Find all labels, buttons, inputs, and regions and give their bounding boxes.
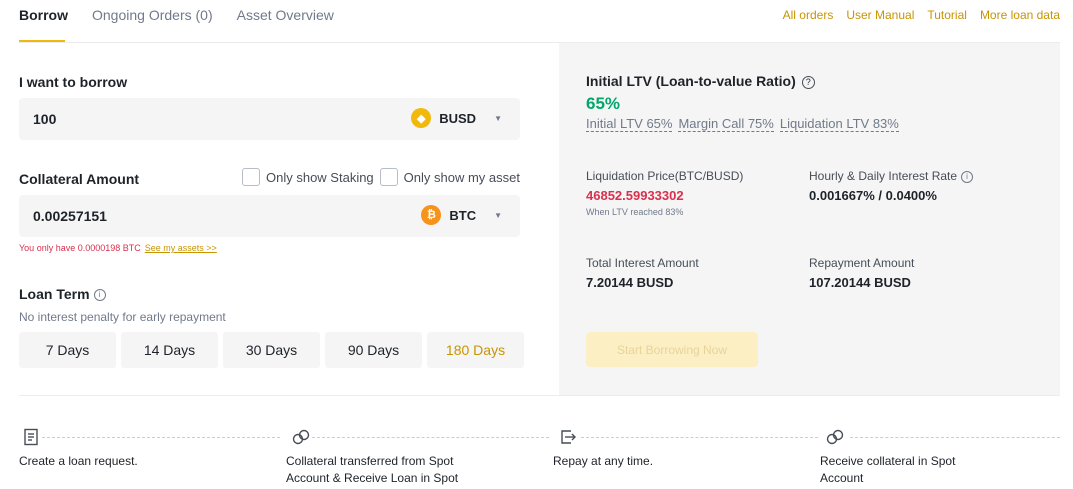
info-icon[interactable]: i: [961, 170, 974, 183]
step-connector: [850, 437, 1060, 438]
ltv-thresholds: Initial LTV 65% Margin Call 75% Liquidat…: [586, 116, 899, 132]
ltv-title-text: Initial LTV (Loan-to-value Ratio): [586, 73, 796, 89]
tab-bar: Borrow Ongoing Orders (0) Asset Overview: [19, 0, 334, 42]
step-create-request: Create a loan request.: [19, 454, 138, 468]
balance-warning-text: You only have 0.0000198 BTC: [19, 243, 141, 253]
liquidation-note: When LTV reached 83%: [586, 207, 684, 217]
total-interest-label: Total Interest Amount: [586, 256, 699, 270]
tab-borrow[interactable]: Borrow: [19, 0, 68, 42]
loan-term-options: 7 Days 14 Days 30 Days 90 Days 180 Days: [19, 332, 524, 368]
total-interest-value: 7.20144 BUSD: [586, 275, 674, 290]
info-icon[interactable]: i: [93, 289, 106, 302]
collateral-amount-field[interactable]: 0.00257151 ₿ BTC ▼: [19, 195, 520, 237]
liquidation-price-value: 46852.59933302: [586, 188, 684, 203]
interest-rate-label: Hourly & Daily Interest Rate: [809, 169, 958, 183]
repay-icon: [559, 428, 577, 446]
term-90-days[interactable]: 90 Days: [325, 332, 422, 368]
see-my-assets-link[interactable]: See my assets >>: [145, 243, 217, 253]
more-loan-data-link[interactable]: More loan data: [980, 7, 1060, 23]
interest-rate-value: 0.001667% / 0.0400%: [809, 188, 937, 203]
collateral-icon: [292, 428, 310, 446]
only-my-asset-label: Only show my asset: [403, 169, 520, 185]
balance-warning: You only have 0.0000198 BTC See my assets…: [19, 243, 217, 253]
btc-icon: ₿: [421, 205, 442, 225]
only-staking-checkbox[interactable]: Only show Staking: [242, 168, 374, 186]
collateral-amount-value[interactable]: 0.00257151: [33, 208, 107, 224]
step-collateral-transfer: Collateral transferred from Spot Account…: [286, 454, 459, 485]
ltv-title: Initial LTV (Loan-to-value Ratio)?: [586, 73, 815, 89]
collateral-filters: Only show Staking Only show my asset: [242, 168, 520, 186]
step-repay: Repay at any time.: [553, 454, 654, 468]
tab-asset-overview[interactable]: Asset Overview: [237, 0, 334, 42]
borrow-label: I want to borrow: [19, 74, 128, 90]
step-connector: [42, 437, 280, 438]
step-receive-collateral: Receive collateral in Spot Account: [820, 454, 956, 485]
user-manual-link[interactable]: User Manual: [846, 7, 914, 23]
term-30-days[interactable]: 30 Days: [223, 332, 320, 368]
repayment-value: 107.20144 BUSD: [809, 275, 911, 290]
repayment-label: Repayment Amount: [809, 256, 915, 270]
ltv-value: 65%: [586, 94, 621, 113]
collateral-icon: [826, 428, 844, 446]
help-icon[interactable]: ?: [801, 75, 815, 89]
interest-rate-heading: Hourly & Daily Interest Rate i: [809, 169, 974, 183]
tutorial-link[interactable]: Tutorial: [927, 7, 967, 23]
only-my-asset-checkbox[interactable]: Only show my asset: [379, 168, 520, 186]
collateral-coin-name: BTC: [449, 207, 477, 223]
checkbox-icon[interactable]: [379, 168, 398, 186]
term-14-days[interactable]: 14 Days: [121, 332, 218, 368]
receipt-icon: [23, 428, 39, 446]
ltv-initial[interactable]: Initial LTV 65%: [586, 116, 673, 132]
all-orders-link[interactable]: All orders: [783, 7, 834, 23]
ltv-margin-call[interactable]: Margin Call 75%: [678, 116, 774, 132]
collateral-coin-select[interactable]: ₿ BTC ▼: [421, 205, 502, 225]
step-connector: [581, 437, 818, 438]
term-7-days[interactable]: 7 Days: [19, 332, 116, 368]
borrow-coin-select[interactable]: ◆ BUSD ▼: [411, 108, 502, 128]
ltv-liquidation[interactable]: Liquidation LTV 83%: [779, 116, 899, 132]
start-borrowing-button[interactable]: Start Borrowing Now: [586, 332, 758, 367]
caret-down-icon: ▼: [494, 113, 502, 123]
top-links: All orders User Manual Tutorial More loa…: [783, 7, 1060, 23]
tab-ongoing-orders[interactable]: Ongoing Orders (0): [92, 0, 213, 42]
only-staking-label: Only show Staking: [266, 169, 374, 185]
loan-term-label: Loan Term: [19, 286, 90, 302]
borrow-amount-field[interactable]: 100 ◆ BUSD ▼: [19, 98, 520, 140]
divider: [19, 395, 1060, 396]
term-180-days[interactable]: 180 Days: [427, 332, 524, 368]
borrow-amount-value[interactable]: 100: [33, 111, 56, 127]
borrow-coin-name: BUSD: [439, 110, 477, 126]
checkbox-icon[interactable]: [242, 168, 260, 186]
busd-icon: ◆: [411, 108, 432, 128]
step-connector: [312, 437, 549, 438]
loan-term-subtitle: No interest penalty for early repayment: [19, 310, 226, 324]
caret-down-icon: ▼: [494, 210, 502, 220]
loan-summary-panel: Initial LTV (Loan-to-value Ratio)? 65% I…: [559, 43, 1060, 395]
loan-term-heading: Loan Term i: [19, 286, 106, 302]
liquidation-price-label: Liquidation Price(BTC/BUSD): [586, 169, 744, 183]
collateral-label: Collateral Amount: [19, 171, 140, 187]
